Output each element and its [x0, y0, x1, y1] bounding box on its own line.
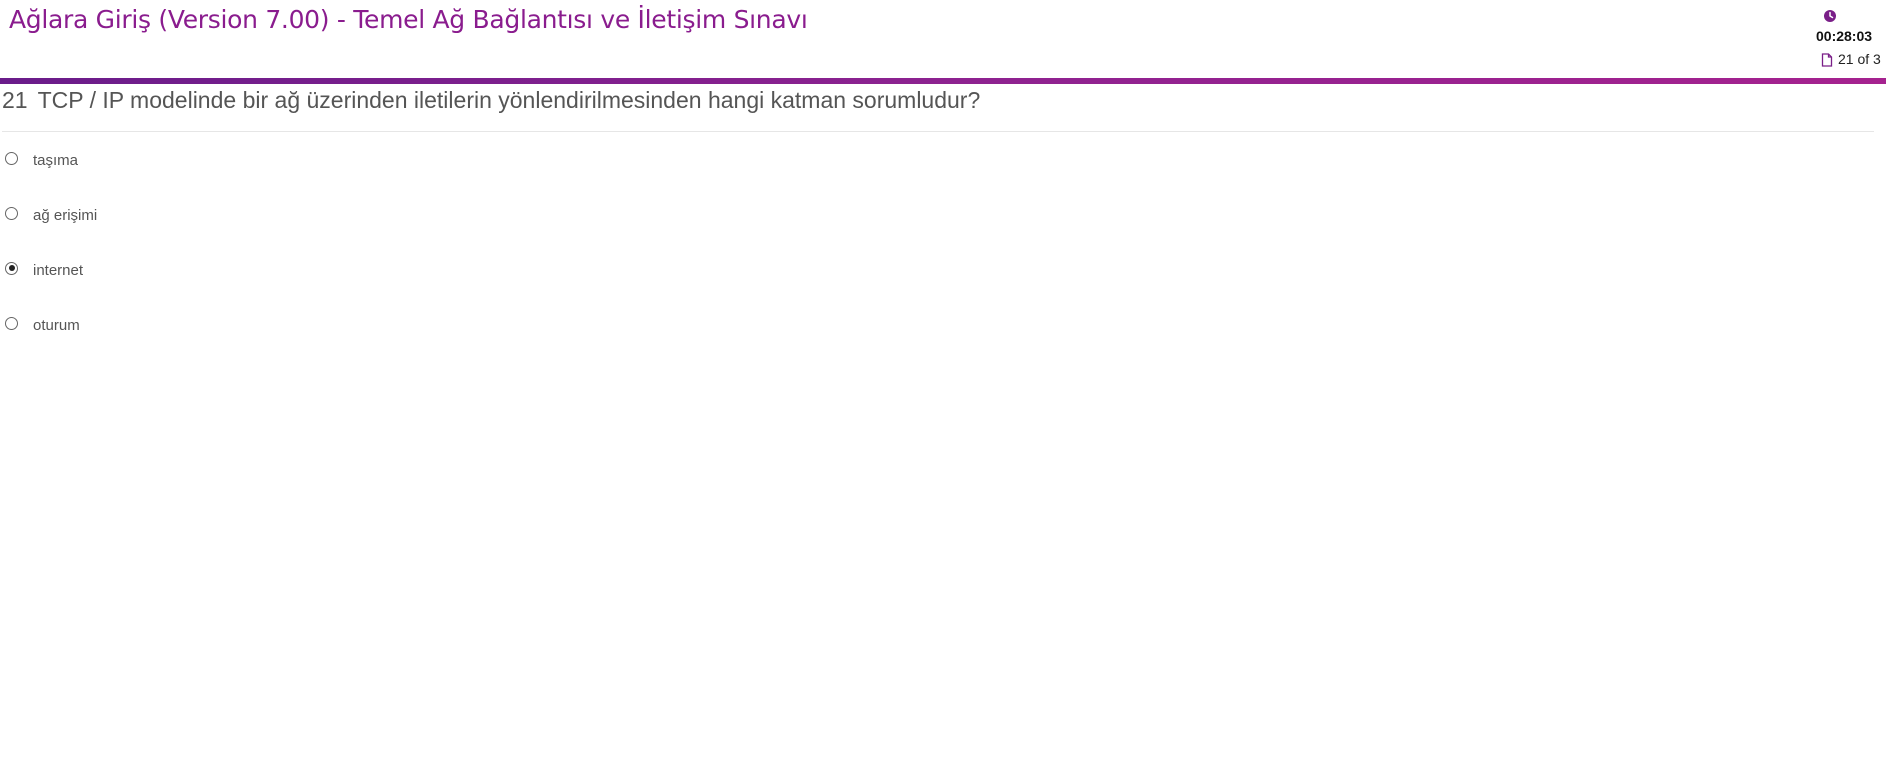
question-progress: 21 of 3: [1838, 51, 1881, 67]
answer-option-ag-erisimi[interactable]: ağ erişimi: [5, 201, 97, 225]
question-number: 21: [2, 87, 28, 113]
option-label[interactable]: internet: [33, 262, 83, 279]
radio-button[interactable]: [5, 151, 18, 165]
radio-button-selected[interactable]: [5, 261, 18, 275]
timer: 00:28:03: [1816, 28, 1873, 44]
accent-bar: [0, 78, 1886, 84]
clock-icon: [1823, 9, 1837, 23]
option-label[interactable]: ağ erişimi: [33, 207, 97, 224]
question-text: TCP / IP modelinde bir ağ üzerinden ilet…: [37, 87, 981, 113]
option-label[interactable]: oturum: [33, 317, 80, 334]
exam-header: Ağlara Giriş (Version 7.00) - Temel Ağ B…: [0, 0, 1886, 78]
answer-option-oturum[interactable]: oturum: [5, 311, 80, 335]
option-label[interactable]: taşıma: [33, 152, 78, 169]
radio-button[interactable]: [5, 206, 18, 220]
answer-option-internet[interactable]: internet: [5, 256, 83, 280]
exam-title: Ağlara Giriş (Version 7.00) - Temel Ağ B…: [9, 5, 808, 34]
answer-option-tasima[interactable]: taşıma: [5, 146, 78, 170]
status-panel: 00:28:03 21 of 3: [1814, 8, 1886, 72]
question: 21 TCP / IP modelinde bir ağ üzerinden il…: [2, 87, 980, 114]
divider: [2, 131, 1874, 132]
radio-button[interactable]: [5, 316, 18, 330]
document-icon: [1821, 53, 1833, 67]
